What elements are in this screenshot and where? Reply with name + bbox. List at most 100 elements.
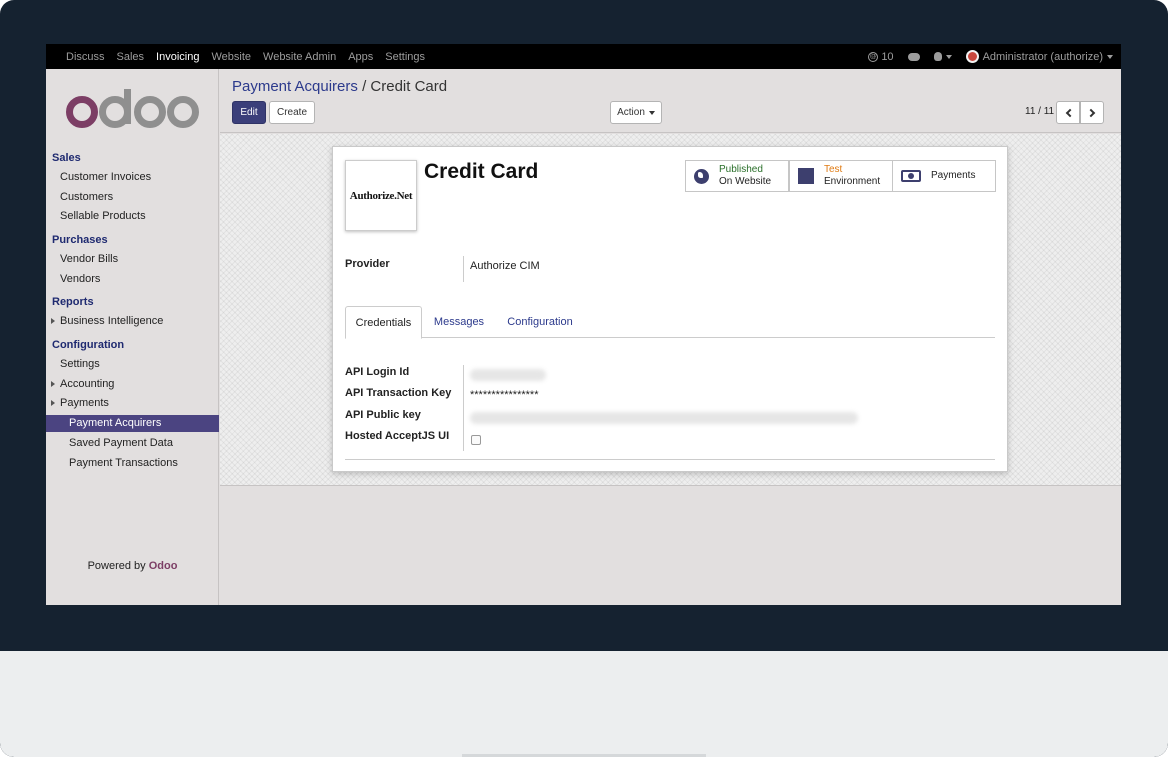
field-divider [463, 256, 464, 282]
app-menu: Discuss Sales Invoicing Website Website … [66, 44, 437, 69]
breadcrumb-current: Credit Card [370, 78, 448, 95]
field-divider [463, 365, 464, 451]
menu-section-configuration: Configuration [52, 339, 125, 351]
app-sales[interactable]: Sales [117, 51, 145, 63]
message-count: 10 [881, 50, 894, 63]
api-login-field[interactable] [470, 369, 546, 381]
tab-credentials[interactable]: Credentials [345, 306, 422, 339]
menu-payments-label: Payments [60, 397, 109, 409]
breadcrumb: Payment Acquirers / Credit Card [232, 78, 447, 95]
sidebar: Sales Customer Invoices Customers Sellab… [46, 69, 219, 605]
menu-business-intelligence[interactable]: Business Intelligence [51, 315, 164, 327]
top-navbar: Discuss Sales Invoicing Website Website … [46, 44, 1121, 69]
hosted-acceptjs-checkbox[interactable] [471, 435, 481, 445]
edit-button[interactable]: Edit [232, 101, 266, 124]
pager-previous-button[interactable] [1056, 101, 1080, 124]
powered-by: Powered by Odoo [46, 560, 219, 572]
environment-toggle-button[interactable]: Test Environment [789, 160, 893, 192]
provider-field[interactable]: Authorize CIM [470, 260, 540, 272]
breadcrumb-parent[interactable]: Payment Acquirers [232, 78, 358, 95]
caret-down-icon [1107, 54, 1113, 59]
chevron-right-icon [1086, 108, 1095, 117]
environment-subtitle: Environment [824, 176, 881, 187]
control-panel: Payment Acquirers / Credit Card Edit Cre… [220, 69, 1121, 133]
app-website-admin[interactable]: Website Admin [263, 51, 336, 63]
device-chin [0, 651, 1168, 757]
form-view: Authorize.Net Credit Card Published On W… [220, 134, 1121, 486]
caret-right-icon [51, 381, 55, 387]
tab-configuration[interactable]: Configuration [500, 306, 580, 338]
avatar [965, 50, 979, 63]
sheet-divider [345, 459, 995, 460]
payments-stat-button[interactable]: Payments [892, 160, 996, 192]
chevron-left-icon [1065, 108, 1074, 117]
menu-settings[interactable]: Settings [60, 358, 100, 370]
odoo-logo[interactable] [66, 89, 201, 133]
menu-vendor-bills[interactable]: Vendor Bills [60, 253, 118, 265]
provider-label: Provider [345, 258, 390, 270]
published-subtitle: On Website [719, 176, 772, 187]
menu-vendors[interactable]: Vendors [60, 273, 100, 285]
api-login-label: API Login Id [345, 366, 410, 378]
create-button[interactable]: Create [269, 101, 315, 124]
published-text: Published On Website [719, 164, 771, 188]
menu-accounting-label: Accounting [60, 378, 115, 390]
menu-customers[interactable]: Customers [60, 191, 113, 203]
hosted-acceptjs-label: Hosted AcceptJS UI [345, 430, 450, 442]
square-icon [798, 168, 814, 184]
powered-by-brand[interactable]: Odoo [149, 560, 178, 572]
api-transaction-key-label: API Transaction Key [345, 387, 452, 399]
app-website[interactable]: Website [211, 51, 251, 63]
menu-payments[interactable]: Payments [51, 397, 109, 409]
app-apps[interactable]: Apps [348, 51, 373, 63]
systray: @ 10 Administrator (authorize) [854, 44, 1113, 69]
published-status: Published [719, 164, 763, 175]
menu-sellable-products[interactable]: Sellable Products [60, 210, 146, 222]
menu-customer-invoices[interactable]: Customer Invoices [60, 171, 151, 183]
app-settings[interactable]: Settings [385, 51, 425, 63]
money-icon [901, 170, 921, 182]
acquirer-image-text: Authorize.Net [349, 189, 413, 202]
caret-right-icon [51, 318, 55, 324]
environment-text: Test Environment [824, 164, 880, 188]
debug-button[interactable] [933, 52, 952, 61]
screen: Discuss Sales Invoicing Website Website … [46, 44, 1121, 605]
environment-status: Test [824, 164, 843, 175]
menu-payment-acquirers-label: Payment Acquirers [69, 417, 162, 429]
menu-section-reports: Reports [52, 296, 94, 308]
api-public-key-field[interactable] [470, 412, 858, 424]
chat-icon [907, 52, 920, 61]
menu-payment-acquirers[interactable]: Payment Acquirers [46, 415, 219, 432]
menu-business-intelligence-label: Business Intelligence [60, 315, 164, 327]
action-dropdown[interactable]: Action [610, 101, 662, 124]
menu-section-sales: Sales [52, 152, 81, 164]
at-icon: @ [868, 51, 879, 62]
bug-icon [933, 52, 942, 61]
app-discuss[interactable]: Discuss [66, 51, 105, 63]
caret-right-icon [51, 400, 55, 406]
acquirer-image[interactable]: Authorize.Net [345, 160, 417, 231]
form-sheet: Authorize.Net Credit Card Published On W… [332, 146, 1008, 472]
menu-accounting[interactable]: Accounting [51, 378, 115, 390]
published-toggle-button[interactable]: Published On Website [685, 160, 789, 192]
caret-down-icon [945, 54, 952, 59]
tab-messages[interactable]: Messages [425, 306, 493, 338]
breadcrumb-separator: / [362, 78, 367, 95]
user-name: Administrator (authorize) [982, 50, 1103, 63]
api-transaction-key-field[interactable]: **************** [470, 389, 539, 401]
api-public-key-label: API Public key [345, 409, 421, 421]
mentions-button[interactable]: @ 10 [868, 50, 894, 63]
notebook-tabs: Credentials Messages Configuration [345, 306, 995, 339]
globe-icon [694, 168, 709, 184]
record-title: Credit Card [424, 160, 539, 183]
user-menu[interactable]: Administrator (authorize) [965, 50, 1113, 63]
chat-button[interactable] [907, 52, 920, 61]
powered-by-text: Powered by [87, 560, 146, 572]
caret-down-icon [648, 110, 655, 115]
app-invoicing[interactable]: Invoicing [156, 51, 199, 63]
menu-payment-transactions[interactable]: Payment Transactions [69, 457, 178, 469]
payments-label: Payments [931, 170, 976, 181]
pager-value: 11 / 11 [1025, 106, 1055, 117]
menu-saved-payment-data[interactable]: Saved Payment Data [69, 437, 173, 449]
pager-next-button[interactable] [1080, 101, 1104, 124]
